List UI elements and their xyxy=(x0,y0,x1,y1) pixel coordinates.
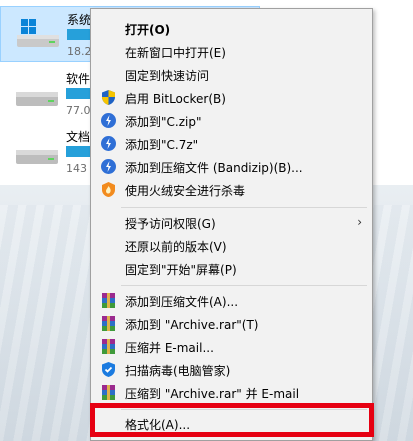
bandizip-icon xyxy=(101,159,116,174)
winrar-icon xyxy=(102,293,115,308)
drive-name: 文档 xyxy=(66,130,91,144)
menu-item-label: 打开(O) xyxy=(125,23,171,37)
menu-item-label: 添加到压缩文件(A)... xyxy=(125,295,239,309)
format-highlight-box xyxy=(90,403,374,437)
winrar-icon xyxy=(102,339,115,354)
menu-item-label: 压缩并 E-mail... xyxy=(125,341,214,355)
menu-item-label: 压缩到 "Archive.rar" 并 E-mail xyxy=(125,387,300,401)
winrar-icon xyxy=(102,385,115,400)
drive-documents[interactable]: 文档 143 xyxy=(0,124,100,180)
menu-separator xyxy=(121,207,367,208)
menu-item-label: 还原以前的版本(V) xyxy=(125,240,227,254)
menu-item-open-new-window[interactable]: 在新窗口中打开(E) xyxy=(91,40,372,63)
drive-software[interactable]: 软件 77.0 xyxy=(0,66,100,122)
menu-item-pin-start[interactable]: 固定到"开始"屏幕(P) xyxy=(91,257,372,280)
huorong-icon xyxy=(102,182,115,197)
menu-separator xyxy=(121,285,367,286)
drive-size: 77.0 xyxy=(66,104,91,117)
menu-item-winrar-email[interactable]: 压缩并 E-mail... xyxy=(91,335,372,358)
menu-item-label: 启用 BitLocker(B) xyxy=(125,92,226,106)
menu-item-label: 在新窗口中打开(E) xyxy=(125,46,226,60)
drive-name: 软件 xyxy=(66,72,91,86)
menu-item-open[interactable]: 打开(O) xyxy=(91,17,372,40)
tencent-pc-manager-icon xyxy=(102,362,115,377)
menu-item-winrar-add-archive[interactable]: 添加到 "Archive.rar"(T) xyxy=(91,312,372,335)
bandizip-icon xyxy=(101,113,116,128)
shield-icon xyxy=(102,90,115,105)
menu-item-label: 添加到"C.7z" xyxy=(125,138,199,152)
context-menu: 打开(O) 在新窗口中打开(E) 固定到快速访问 启用 BitLocker(B)… xyxy=(90,8,373,441)
submenu-chevron-icon: › xyxy=(357,215,362,229)
menu-item-bandizip-archive[interactable]: 添加到压缩文件 (Bandizip)(B)... xyxy=(91,155,372,178)
menu-item-label: 固定到快速访问 xyxy=(125,69,210,83)
menu-item-restore-versions[interactable]: 还原以前的版本(V) xyxy=(91,234,372,257)
menu-item-label: 使用火绒安全进行杀毒 xyxy=(125,184,246,198)
drive-size: 18.2 xyxy=(67,45,92,58)
menu-item-grant-access[interactable]: 授予访问权限(G) › xyxy=(91,211,372,234)
menu-item-label: 授予访问权限(G) xyxy=(125,217,216,231)
menu-item-bitlocker[interactable]: 启用 BitLocker(B) xyxy=(91,86,372,109)
winrar-icon xyxy=(102,316,115,331)
hard-drive-icon xyxy=(16,150,58,164)
menu-item-pin-quick-access[interactable]: 固定到快速访问 xyxy=(91,63,372,86)
menu-item-label: 添加到"C.zip" xyxy=(125,115,202,129)
windows-drive-icon xyxy=(17,19,59,47)
menu-item-label: 固定到"开始"屏幕(P) xyxy=(125,263,237,277)
menu-item-pc-manager-scan[interactable]: 扫描病毒(电脑管家) xyxy=(91,358,372,381)
menu-item-label: 扫描病毒(电脑管家) xyxy=(125,364,231,378)
hard-drive-icon xyxy=(16,92,58,106)
menu-item-huorong-scan[interactable]: 使用火绒安全进行杀毒 xyxy=(91,178,372,201)
menu-item-add-zip[interactable]: 添加到"C.zip" xyxy=(91,109,372,132)
menu-item-label: 添加到 "Archive.rar"(T) xyxy=(125,318,259,332)
menu-item-add-7z[interactable]: 添加到"C.7z" xyxy=(91,132,372,155)
menu-item-label: 添加到压缩文件 (Bandizip)(B)... xyxy=(125,161,303,175)
menu-item-winrar-add[interactable]: 添加到压缩文件(A)... xyxy=(91,289,372,312)
bandizip-icon xyxy=(101,136,116,151)
drive-size: 143 xyxy=(66,162,87,175)
menu-item-winrar-compress-email[interactable]: 压缩到 "Archive.rar" 并 E-mail xyxy=(91,381,372,404)
